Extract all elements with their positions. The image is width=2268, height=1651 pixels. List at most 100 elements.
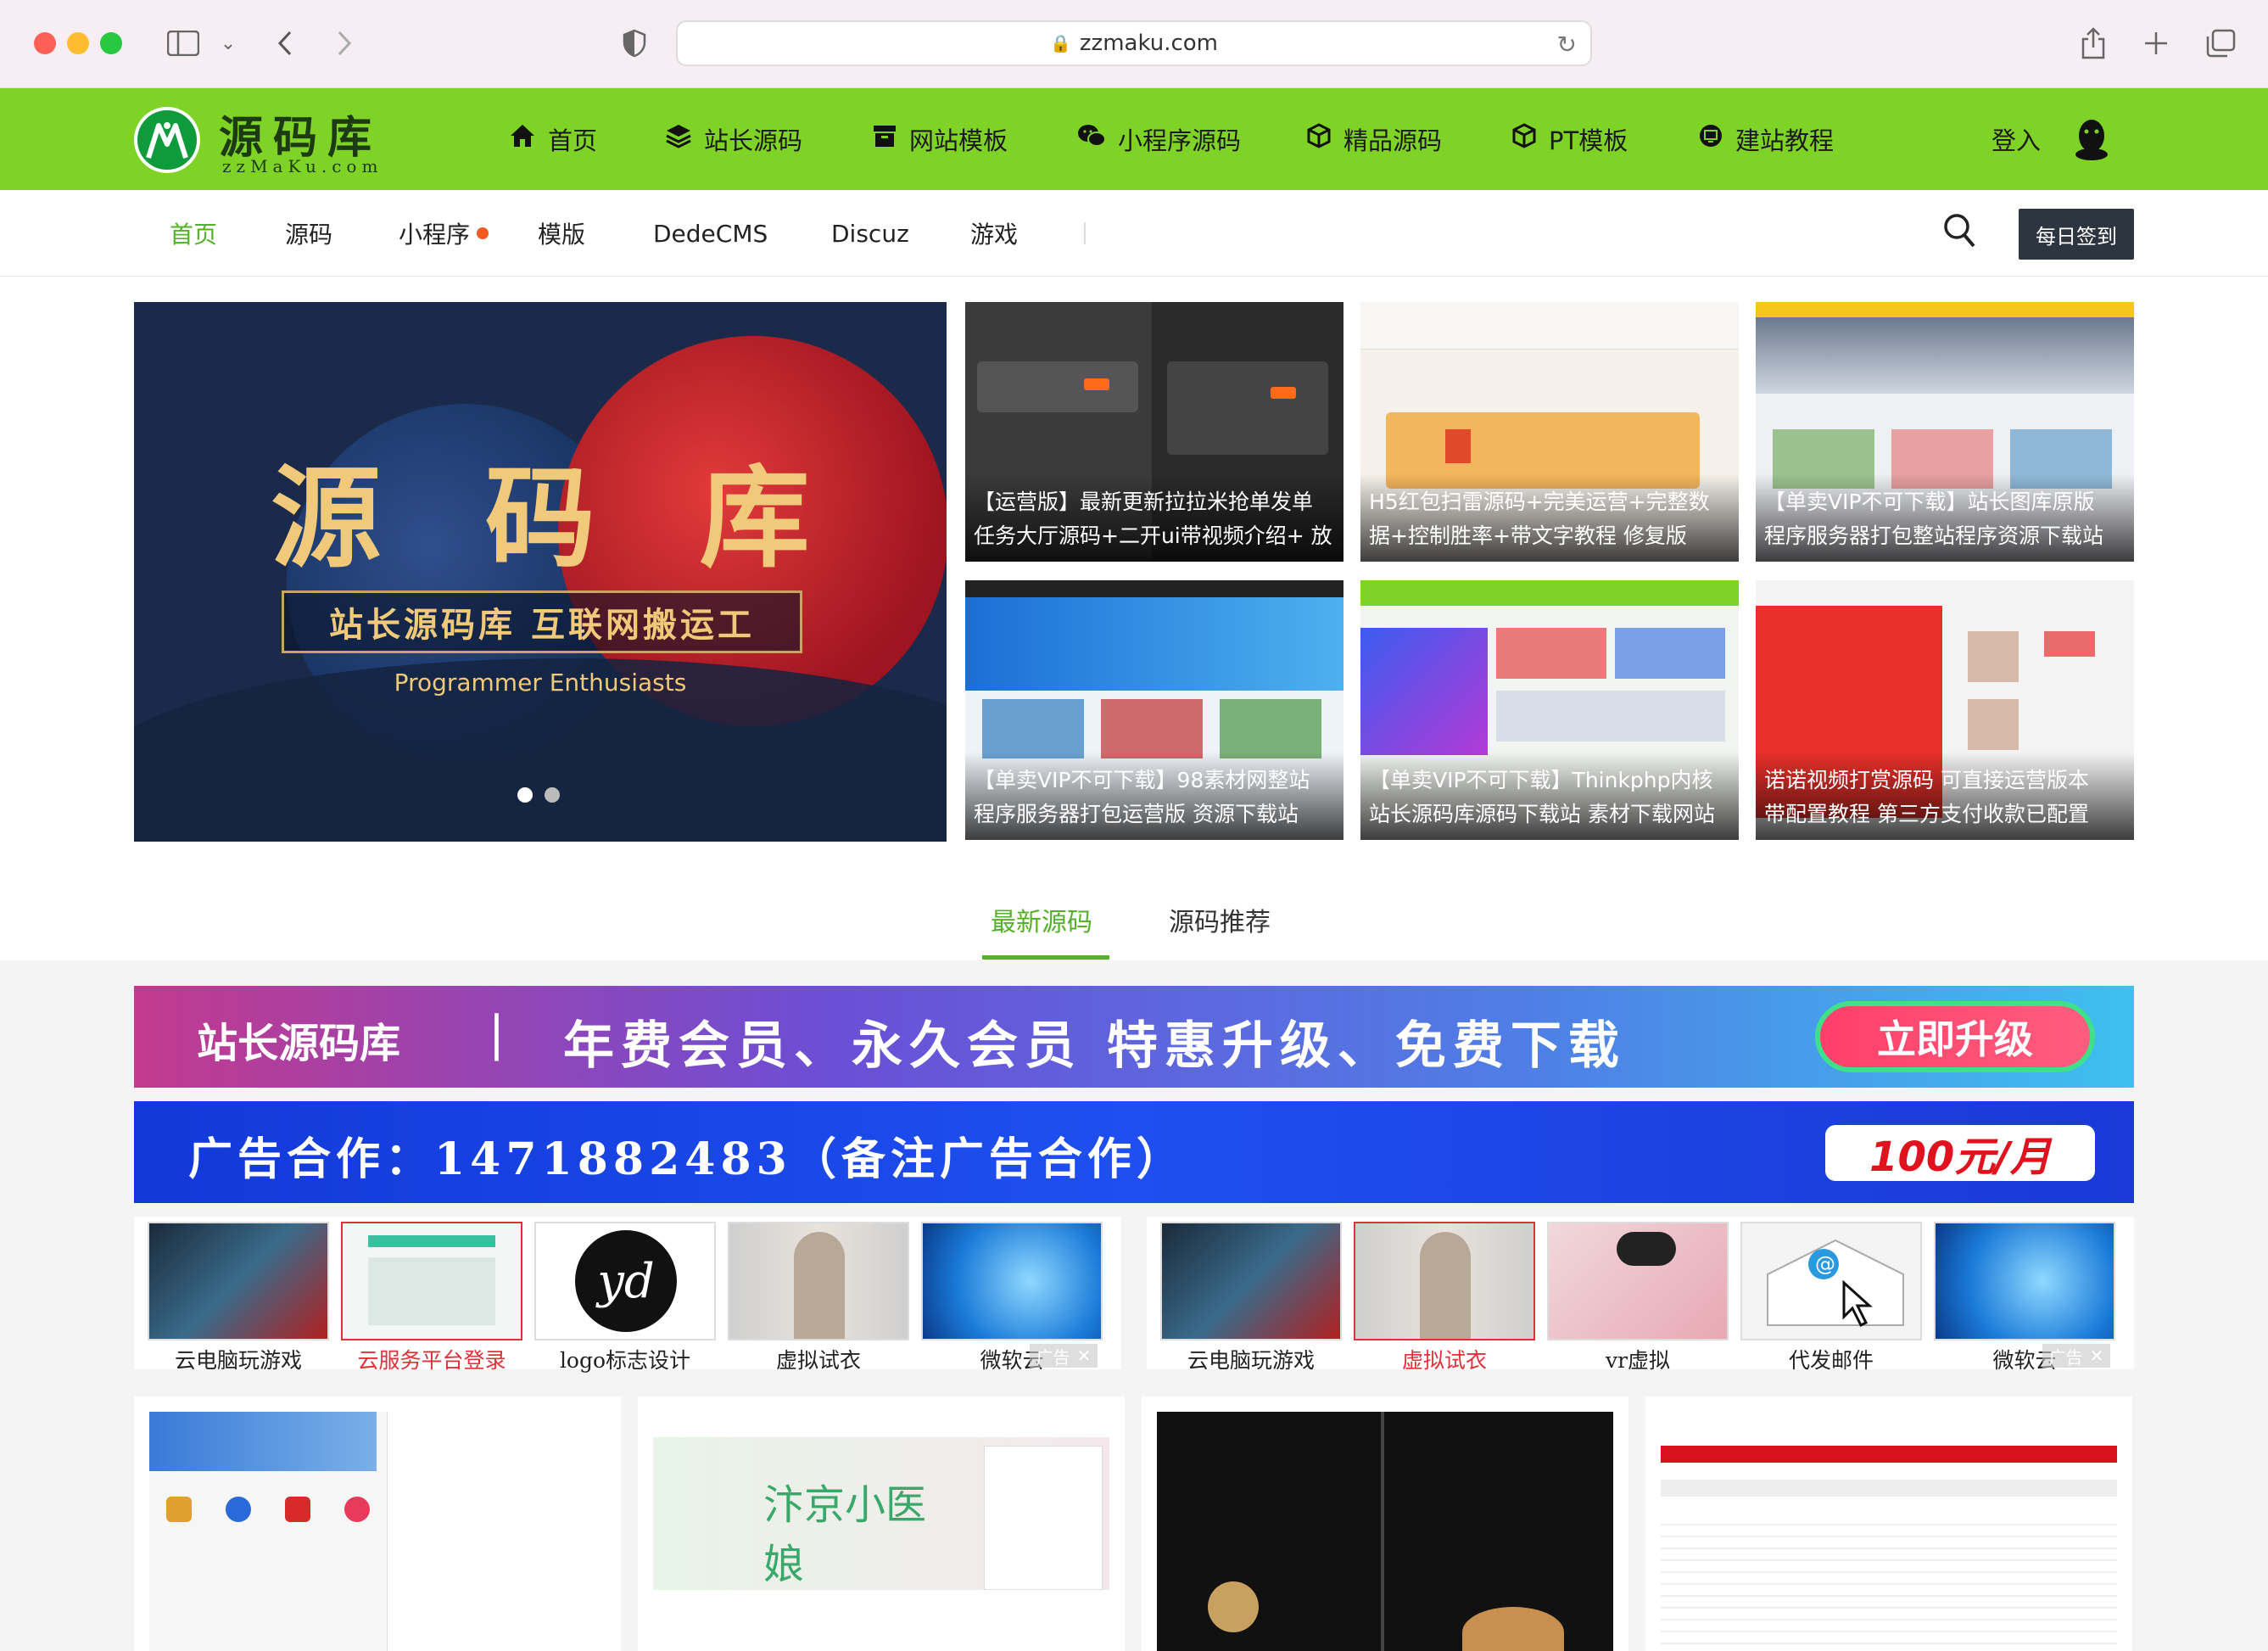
logo-domain: zzMaKu.com [222, 156, 383, 176]
subnav-discuz[interactable]: Discuz [831, 190, 909, 277]
ad-image [1160, 1222, 1342, 1340]
layers-icon [665, 123, 692, 155]
featured-tile-5[interactable]: 【单卖VIP不可下载】Thinkphp内核 站长源码库源码下载站 素材下载网站 [1360, 580, 1739, 840]
subnav-home[interactable]: 首页 [170, 190, 217, 277]
ad-label: logo标志设计 [559, 1348, 691, 1373]
ad-label: 虚拟试衣 [1401, 1348, 1487, 1373]
nav-pt-templates-label: PT模板 [1549, 126, 1628, 155]
nav-mini-program-source[interactable]: 小程序源码 [1077, 88, 1241, 190]
source-card[interactable] [1142, 1396, 1628, 1651]
browser-toolbar: ⌄ 🔒 zzmaku.com ↻ [0, 0, 2268, 88]
ad-item[interactable]: 云服务平台登录 [341, 1218, 522, 1373]
ad-item[interactable]: 云电脑玩游戏 [148, 1218, 329, 1373]
ad-item[interactable]: 虚拟试衣 [1354, 1218, 1535, 1373]
lock-icon: 🔒 [1050, 33, 1071, 53]
tile-3-line2: 程序服务器打包整站程序资源下载站 [1764, 523, 2104, 548]
subnav-home-label: 首页 [170, 221, 218, 249]
subnav-dedecms[interactable]: DedeCMS [653, 190, 768, 277]
hero-ribbon: 站长源码库 互联网搬运工 [282, 590, 802, 653]
tile-4-caption: 【单卖VIP不可下载】98素材网整站 程序服务器打包运营版 资源下载站 [965, 752, 1343, 840]
subnav-source[interactable]: 源码 [285, 190, 332, 277]
upgrade-now-label: 立即升级 [1877, 1016, 2033, 1062]
ad-item[interactable]: 虚拟试衣 [728, 1218, 909, 1373]
nav-premium-source[interactable]: 精品源码 [1306, 88, 1442, 190]
featured-tile-6[interactable]: 诺诺视频打赏源码 可直接运营版本 带配置教程 第三方支付收款已配置 [1756, 580, 2134, 840]
tab-latest-source-label: 最新源码 [991, 908, 1092, 937]
close-icon[interactable]: ✕ [2090, 1346, 2104, 1366]
reload-icon[interactable]: ↻ [1557, 31, 1577, 59]
ad-item[interactable]: vr虚拟 [1547, 1218, 1729, 1373]
subnav-games[interactable]: 游戏 [970, 190, 1018, 277]
nav-webmaster-source[interactable]: 站长源码 [665, 88, 802, 190]
ad-image [921, 1222, 1103, 1340]
tile-3-line1: 【单卖VIP不可下载】站长图库原版 [1764, 490, 2095, 514]
upgrade-now-button[interactable]: 立即升级 [1815, 1001, 2095, 1072]
tile-5-caption: 【单卖VIP不可下载】Thinkphp内核 站长源码库源码下载站 素材下载网站 [1360, 752, 1739, 840]
site-logo[interactable]: 源码库 zzMaKu.com [134, 98, 388, 180]
vip-upgrade-banner[interactable]: 站长源码库 | 年费会员、永久会员 特惠升级、免费下载 立即升级 [134, 986, 2134, 1088]
featured-tile-2[interactable]: H5红包扫雷源码+完美运营+完整数 据+控制胜率+带文字教程 修复版 [1360, 302, 1739, 562]
source-card-thumbnail: 汴京小医娘 [653, 1412, 1109, 1651]
tile-3-caption: 【单卖VIP不可下载】站长图库原版 程序服务器打包整站程序资源下载站 [1756, 473, 2134, 562]
ad-item[interactable]: @ 代发邮件 [1740, 1218, 1922, 1373]
tab-latest-source[interactable]: 最新源码 [991, 896, 1092, 943]
qq-login-icon[interactable] [2073, 117, 2110, 161]
shield-icon[interactable] [617, 22, 651, 64]
ad-price-badge: 100元/月 [1825, 1125, 2095, 1181]
maximize-window-button[interactable] [100, 32, 122, 54]
nav-tutorials-label: 建站教程 [1735, 126, 1835, 155]
share-icon[interactable] [2076, 22, 2110, 64]
hero-subtitle: Programmer Enthusiasts [394, 669, 687, 697]
tab-overview-icon[interactable] [2202, 22, 2239, 64]
source-card[interactable] [1645, 1396, 2132, 1651]
close-window-button[interactable] [34, 32, 56, 54]
source-card[interactable]: 汴京小医娘 [638, 1396, 1125, 1651]
close-icon[interactable]: ✕ [1077, 1346, 1092, 1366]
tile-4-line1: 【单卖VIP不可下载】98素材网整站 [974, 768, 1310, 792]
nav-webmaster-source-label: 站长源码 [704, 126, 803, 155]
carousel-dot-1[interactable] [517, 787, 533, 803]
url-text: zzmaku.com [1079, 31, 1218, 56]
source-card-thumbnail [1157, 1412, 1613, 1651]
nav-website-templates[interactable]: 网站模板 [872, 88, 1008, 190]
vip-banner-brand: 站长源码库 [197, 1020, 401, 1067]
hero-title: 源 码 库 [134, 429, 947, 589]
ad-image [148, 1222, 329, 1340]
ad-item[interactable]: yd logo标志设计 [534, 1218, 716, 1373]
nav-pt-templates[interactable]: PT模板 [1511, 88, 1628, 190]
ad-image [728, 1222, 909, 1340]
tile-4-line2: 程序服务器打包运营版 资源下载站 [974, 802, 1299, 826]
tab-recommended-source[interactable]: 源码推荐 [1169, 896, 1271, 943]
search-icon[interactable] [1942, 212, 1976, 249]
carousel-dot-2[interactable] [545, 787, 560, 803]
login-link[interactable]: 登入 [1991, 88, 2041, 190]
featured-tile-1[interactable]: 【运营版】最新更新拉拉米抢单发单 任务大厅源码+二开ui带视频介绍+ 放 [965, 302, 1343, 562]
nav-tutorials[interactable]: 建站教程 [1698, 88, 1834, 190]
new-tab-icon[interactable] [2139, 22, 2173, 64]
hero-char-3: 库 [699, 453, 810, 583]
subnav-templates-label: 模版 [538, 221, 586, 249]
featured-tile-3[interactable]: 【单卖VIP不可下载】站长图库原版 程序服务器打包整站程序资源下载站 [1756, 302, 2134, 562]
home-icon [509, 123, 536, 155]
source-card[interactable] [134, 1396, 621, 1651]
nav-home[interactable]: 首页 [509, 88, 597, 190]
ad-tag[interactable]: 广告 ✕ [2042, 1344, 2110, 1368]
new-badge-dot [477, 227, 489, 239]
forward-icon[interactable] [329, 22, 360, 64]
tile-2-line1: H5红包扫雷源码+完美运营+完整数 [1369, 490, 1710, 514]
chevron-down-icon[interactable]: ⌄ [215, 22, 241, 64]
daily-signin-button[interactable]: 每日签到 [2019, 209, 2134, 260]
back-icon[interactable] [270, 22, 300, 64]
subnav-mini-program[interactable]: 小程序 [399, 190, 489, 277]
ad-cooperation-banner[interactable]: 广告合作：1471882483（备注广告合作） 100元/月 [134, 1101, 2134, 1203]
ad-item[interactable]: 云电脑玩游戏 [1160, 1218, 1342, 1373]
sidebar-toggle-icon[interactable] [165, 22, 202, 64]
address-bar[interactable]: 🔒 zzmaku.com ↻ [676, 20, 1592, 66]
minimize-window-button[interactable] [67, 32, 89, 54]
ad-tag[interactable]: 广告 ✕ [1030, 1344, 1098, 1368]
ad-strip-right: 云电脑玩游戏 虚拟试衣 vr虚拟 @ 代发邮件 微软云 广告 ✕ [1147, 1217, 2134, 1373]
hero-carousel[interactable]: 源 码 库 站长源码库 互联网搬运工 Programmer Enthusiast… [134, 302, 947, 842]
subnav-templates[interactable]: 模版 [538, 190, 585, 277]
featured-tile-4[interactable]: 【单卖VIP不可下载】98素材网整站 程序服务器打包运营版 资源下载站 [965, 580, 1343, 840]
ad-image [1354, 1222, 1535, 1340]
